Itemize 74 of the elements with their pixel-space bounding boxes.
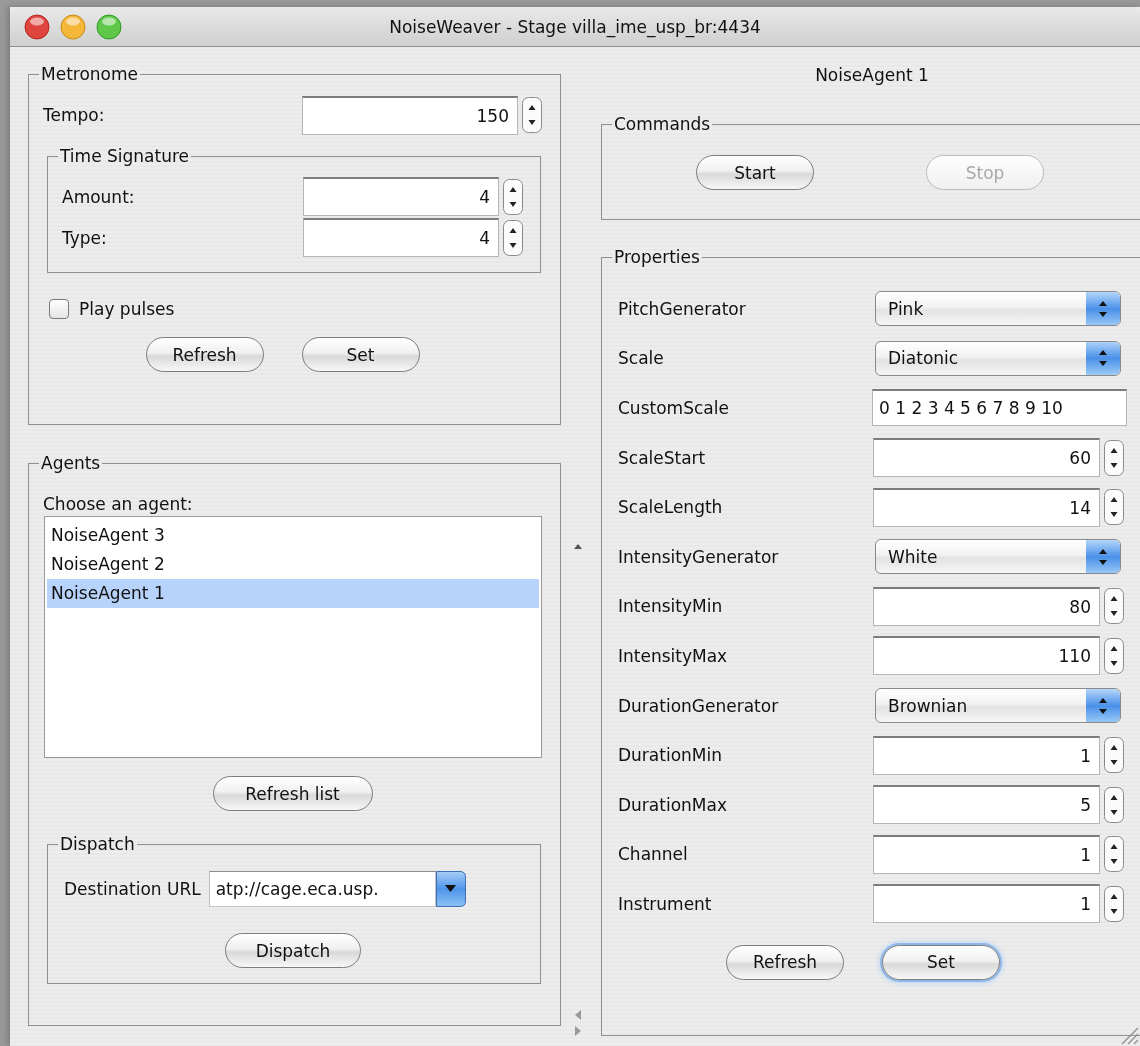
field-label: Instrument: [617, 893, 713, 914]
group-title: Properties: [613, 246, 701, 268]
field-label: Tempo:: [43, 105, 106, 125]
zoom-button[interactable]: [96, 13, 122, 40]
list-item[interactable]: NoiseAgent 3: [47, 521, 539, 550]
field-label: Channel: [617, 844, 689, 865]
button[interactable]: Set: [301, 337, 420, 372]
stepper-button[interactable]: [1104, 438, 1124, 477]
number-field[interactable]: 150: [302, 95, 518, 135]
url-field[interactable]: atp://cage.eca.usp.: [208, 871, 436, 907]
list-item[interactable]: NoiseAgent 1: [47, 579, 539, 608]
stepper-button[interactable]: [1104, 785, 1124, 824]
button[interactable]: Refresh: [726, 944, 844, 980]
text-field[interactable]: 0 1 2 3 4 5 6 7 8 9 10: [872, 389, 1127, 427]
field-label: IntensityMin: [617, 596, 724, 617]
group-title: Metronome: [40, 63, 139, 85]
stepper-button[interactable]: [1104, 736, 1124, 775]
stepper-button[interactable]: [503, 177, 523, 216]
number-field[interactable]: 1: [873, 884, 1100, 924]
field-label: PitchGenerator: [617, 298, 747, 319]
number-field[interactable]: 1: [873, 735, 1100, 775]
field-label: IntensityGenerator: [617, 546, 780, 567]
group-title: Dispatch: [59, 833, 136, 855]
group-title: Time Signature: [59, 145, 191, 167]
dropdown[interactable]: Brownian: [875, 688, 1121, 724]
dropdown[interactable]: White: [875, 539, 1121, 575]
number-field[interactable]: 110: [873, 636, 1100, 676]
field-label: DurationMax: [617, 794, 728, 815]
field-label: DurationGenerator: [617, 695, 780, 716]
dropdown-arrows-icon: [1086, 540, 1120, 574]
list-item[interactable]: NoiseAgent 2: [47, 550, 539, 579]
stepper-button[interactable]: [1104, 835, 1124, 874]
number-field[interactable]: 5: [873, 785, 1100, 825]
dropdown[interactable]: Pink: [875, 291, 1121, 327]
button[interactable]: Refresh: [145, 337, 264, 372]
group-title: Commands: [613, 113, 712, 135]
dropdown-button[interactable]: [435, 871, 466, 907]
number-field[interactable]: 80: [873, 586, 1100, 626]
field-label: Scale: [617, 348, 665, 369]
button[interactable]: Dispatch: [225, 933, 361, 968]
field-label: Destination URL: [64, 879, 201, 899]
button[interactable]: Set: [882, 944, 1000, 980]
checkbox-label: Play pulses: [79, 299, 175, 319]
dropdown-arrows-icon: [1086, 689, 1120, 723]
number-field[interactable]: 60: [873, 438, 1100, 478]
number-field[interactable]: 14: [873, 487, 1100, 527]
collapse-arrow-icon[interactable]: [573, 542, 583, 550]
list-prompt: Choose an agent:: [43, 494, 194, 514]
group-title: Agents: [40, 452, 102, 474]
stepper-button[interactable]: [503, 218, 523, 257]
field-label: ScaleLength: [617, 497, 724, 518]
field-label: Type:: [62, 227, 108, 248]
field-label: CustomScale: [617, 398, 730, 418]
dropdown-arrows-icon: [1086, 341, 1120, 375]
stepper-button[interactable]: [1104, 884, 1124, 923]
button[interactable]: Start: [696, 155, 814, 190]
close-button[interactable]: [24, 13, 50, 40]
dropdown-arrows-icon: [1086, 292, 1120, 326]
window-title: NoiseWeaver - Stage villa_ime_usp_br:4434: [389, 16, 761, 37]
field-label: DurationMin: [617, 745, 723, 766]
field-label: IntensityMax: [617, 645, 729, 666]
checkbox[interactable]: [49, 299, 69, 319]
number-field[interactable]: 1: [873, 834, 1100, 874]
stepper-button[interactable]: [1104, 636, 1124, 675]
panel-title: NoiseAgent 1: [814, 65, 930, 87]
button[interactable]: Refresh list: [212, 776, 373, 811]
stepper-button[interactable]: [1104, 587, 1124, 626]
number-field[interactable]: 4: [303, 177, 499, 216]
number-field[interactable]: 4: [303, 218, 499, 257]
stepper-button[interactable]: [522, 96, 542, 134]
field-label: ScaleStart: [617, 447, 707, 468]
field-label: Amount:: [62, 186, 136, 207]
dropdown[interactable]: Diatonic: [875, 340, 1121, 376]
stepper-button[interactable]: [1104, 488, 1124, 527]
